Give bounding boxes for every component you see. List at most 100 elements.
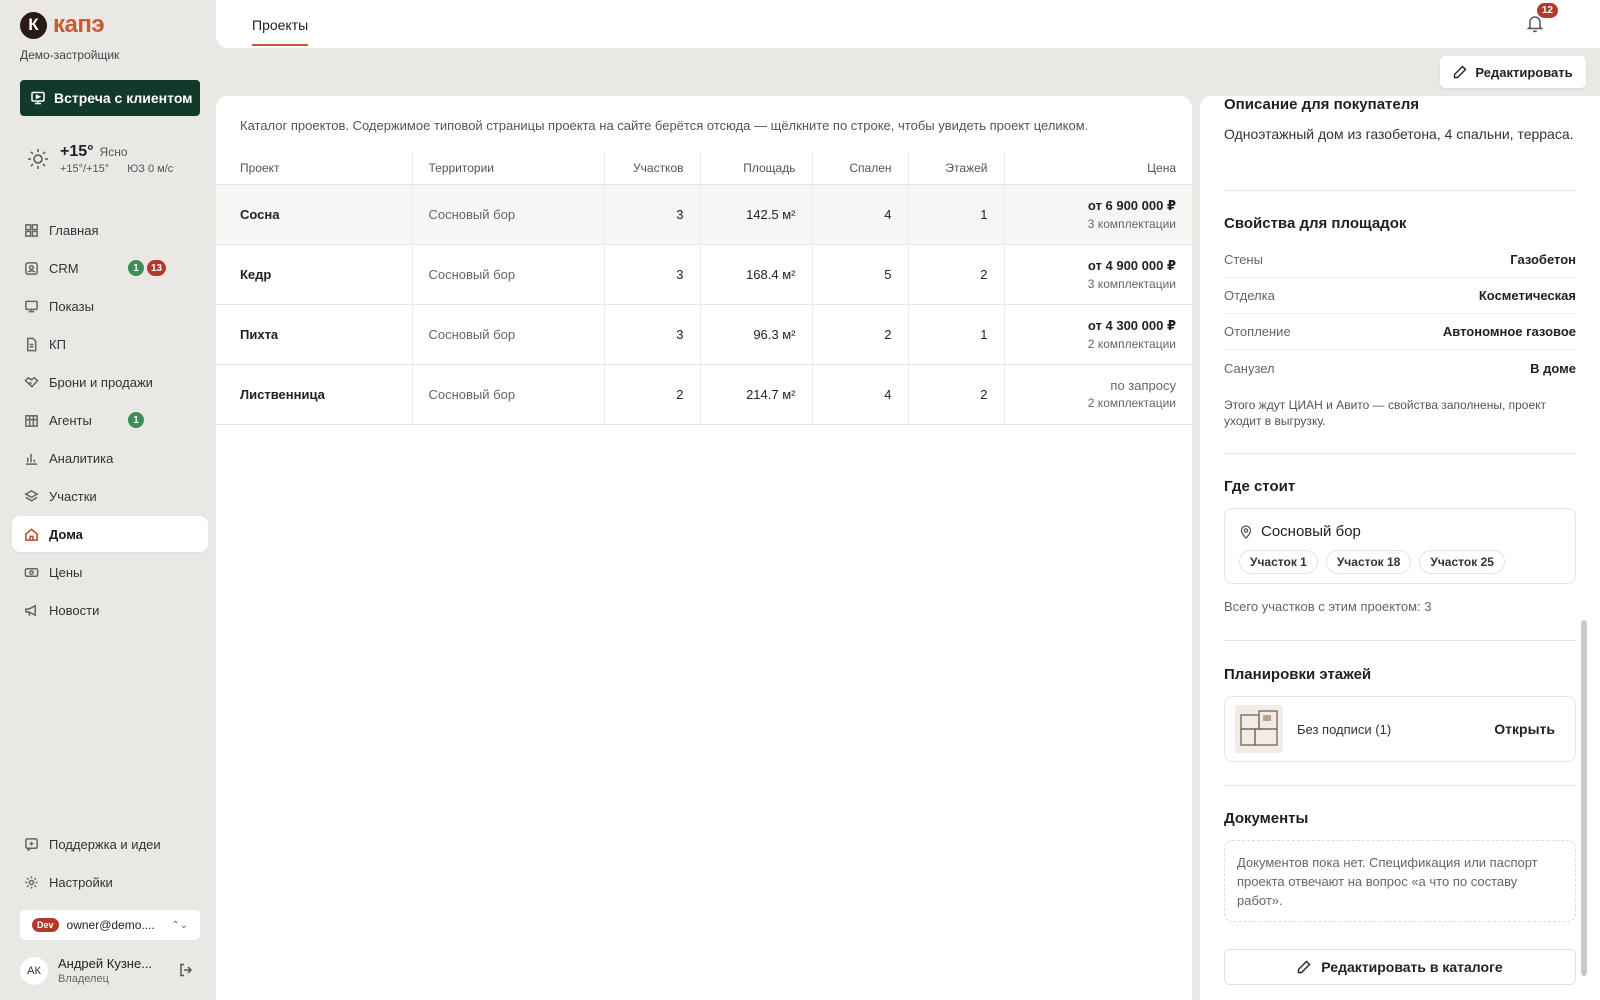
territory: Сосновый бор <box>411 244 604 305</box>
weather-condition: Ясно <box>99 145 128 159</box>
scrollbar-thumb[interactable] <box>1581 620 1587 976</box>
location-card[interactable]: Сосновый бор Участок 1 Участок 18 Участо… <box>1224 508 1576 584</box>
plots-count: 3 <box>603 244 700 305</box>
props-title: Свойства для площадок <box>1224 215 1407 232</box>
top-bar: Проекты 12 <box>216 0 1600 48</box>
presentation-icon <box>31 91 45 105</box>
bottom-nav: Поддержка и идеи Настройки <box>12 826 208 902</box>
prop-value: Автономное газовое <box>1442 324 1576 339</box>
monitor-icon <box>25 300 38 312</box>
sidebar: К капэ Демо-застройщик Встреча с клиенто… <box>0 0 216 1000</box>
weather-temp: +15° <box>60 143 94 160</box>
area: 96.3 м² <box>699 304 812 365</box>
nav-label: Поддержка и идеи <box>49 836 161 852</box>
user-role: Владелец <box>58 973 109 985</box>
col-area[interactable]: Площадь <box>699 152 812 185</box>
nav-item-agents[interactable]: Агенты 1 <box>12 402 208 438</box>
logout-icon[interactable] <box>178 962 194 978</box>
weather-widget: +15° Ясно +15°/+15° ЮЗ 0 м/с <box>26 143 191 175</box>
edit-in-catalog-button[interactable]: Редактировать в каталоге <box>1224 949 1576 985</box>
org-name: Демо-застройщик <box>20 48 120 62</box>
nav-label: Главная <box>49 222 99 238</box>
floors: 2 <box>907 364 1004 425</box>
col-bedrooms[interactable]: Спален <box>811 152 908 185</box>
nav-item-showings[interactable]: Показы <box>12 288 208 324</box>
nav-item-support[interactable]: Поддержка и идеи <box>12 826 208 862</box>
nav-label: CRM <box>49 260 79 276</box>
logo[interactable]: К капэ <box>20 11 105 39</box>
nav-label: КП <box>49 336 66 352</box>
configs: 3 комплектации <box>1087 216 1176 231</box>
table-row[interactable]: Кедр Сосновый бор 3 168.4 м² 5 2 от 4 90… <box>216 244 1192 305</box>
bedrooms: 4 <box>811 184 908 245</box>
catalog-panel: Каталог проектов. Содержимое типовой стр… <box>216 96 1192 1000</box>
tab-projects[interactable]: Проекты <box>252 17 309 46</box>
nav-item-plots[interactable]: Участки <box>12 478 208 514</box>
support-icon <box>25 837 38 851</box>
nav-item-bookings[interactable]: Брони и продажи <box>12 364 208 400</box>
nav-label: Цены <box>49 564 83 580</box>
sun-icon <box>28 149 48 169</box>
open-plan-button[interactable]: Открыть <box>1494 721 1555 737</box>
floor-plan-card[interactable]: Без подписи (1) Открыть <box>1224 696 1576 762</box>
plots-count: 2 <box>603 364 700 425</box>
nav-label: Дома <box>49 526 83 542</box>
floors: 1 <box>907 184 1004 245</box>
table-row[interactable]: Лиственница Сосновый бор 2 214.7 м² 4 2 … <box>216 364 1192 425</box>
buyer-desc: Одноэтажный дом из газобетона, 4 спальни… <box>1224 126 1574 142</box>
prop-value: Косметическая <box>1478 288 1576 303</box>
plot-chip[interactable]: Участок 25 <box>1419 550 1505 574</box>
col-plots[interactable]: Участков <box>603 152 700 185</box>
nav-item-kp[interactable]: КП <box>12 326 208 362</box>
nav-item-houses[interactable]: Дома <box>12 516 208 552</box>
nav-item-analytics[interactable]: Аналитика <box>12 440 208 476</box>
location-name: Сосновый бор <box>1261 523 1361 540</box>
price-cell: от 6 900 000 ₽ 3 комплектации <box>1003 184 1192 245</box>
area: 214.7 м² <box>699 364 812 425</box>
prop-key: Санузел <box>1224 360 1275 376</box>
pencil-icon <box>1454 65 1467 79</box>
main-nav: Главная CRM 1 13 Показы КП Брони и продаж… <box>12 212 208 630</box>
nav-item-prices[interactable]: Цены <box>12 554 208 590</box>
nav-label: Новости <box>49 602 100 618</box>
plot-chip[interactable]: Участок 18 <box>1325 550 1412 574</box>
col-territories[interactable]: Территории <box>411 152 604 185</box>
divider <box>1224 785 1576 786</box>
territory: Сосновый бор <box>411 184 604 245</box>
nav-item-news[interactable]: Новости <box>12 592 208 628</box>
buyer-desc-title: Описание для покупателя <box>1224 96 1420 113</box>
prop-key: Отделка <box>1224 288 1275 303</box>
divider <box>1224 190 1576 191</box>
docs-title: Документы <box>1224 810 1309 827</box>
floor-plan-label: Без подписи (1) <box>1297 721 1392 737</box>
table-row[interactable]: Пихта Сосновый бор 3 96.3 м² 2 1 от 4 30… <box>216 304 1192 365</box>
env-badge: Dev <box>32 918 59 932</box>
account-switcher[interactable]: Dev owner@demo.... ⌃⌄ <box>20 910 200 940</box>
divider <box>1224 453 1576 454</box>
user-profile[interactable]: АК Андрей Кузне... Владелец <box>20 956 200 985</box>
project-name: Пихта <box>216 304 412 365</box>
nav-label: Аналитика <box>49 450 114 466</box>
col-price[interactable]: Цена <box>1003 152 1192 185</box>
col-project[interactable]: Проект <box>216 152 412 185</box>
col-floors[interactable]: Этажей <box>907 152 1004 185</box>
edit-button[interactable]: Редактировать <box>1440 56 1586 88</box>
nav-item-crm[interactable]: CRM 1 13 <box>12 250 208 286</box>
plots-count: 3 <box>603 304 700 365</box>
table-row[interactable]: Сосна Сосновый бор 3 142.5 м² 4 1 от 6 9… <box>216 184 1192 245</box>
price: от 4 300 000 ₽ <box>1087 317 1176 333</box>
grid-icon <box>25 223 38 237</box>
location-title: Где стоит <box>1224 478 1296 495</box>
plot-chip[interactable]: Участок 1 <box>1239 550 1318 574</box>
weather-wind: ЮЗ 0 м/с <box>127 163 174 175</box>
area: 142.5 м² <box>699 184 812 245</box>
logo-mark: К <box>20 11 47 39</box>
nav-item-home[interactable]: Главная <box>12 212 208 248</box>
floor-plan-thumbnail <box>1235 705 1283 753</box>
props-note: Этого ждут ЦИАН и Авито — свойства запол… <box>1224 398 1547 428</box>
notification-badge: 12 <box>1536 3 1558 18</box>
meet-client-button[interactable]: Встреча с клиентом <box>20 80 200 116</box>
bedrooms: 4 <box>811 364 908 425</box>
nav-item-settings[interactable]: Настройки <box>12 864 208 900</box>
edit-button-label: Редактировать <box>1475 64 1573 80</box>
